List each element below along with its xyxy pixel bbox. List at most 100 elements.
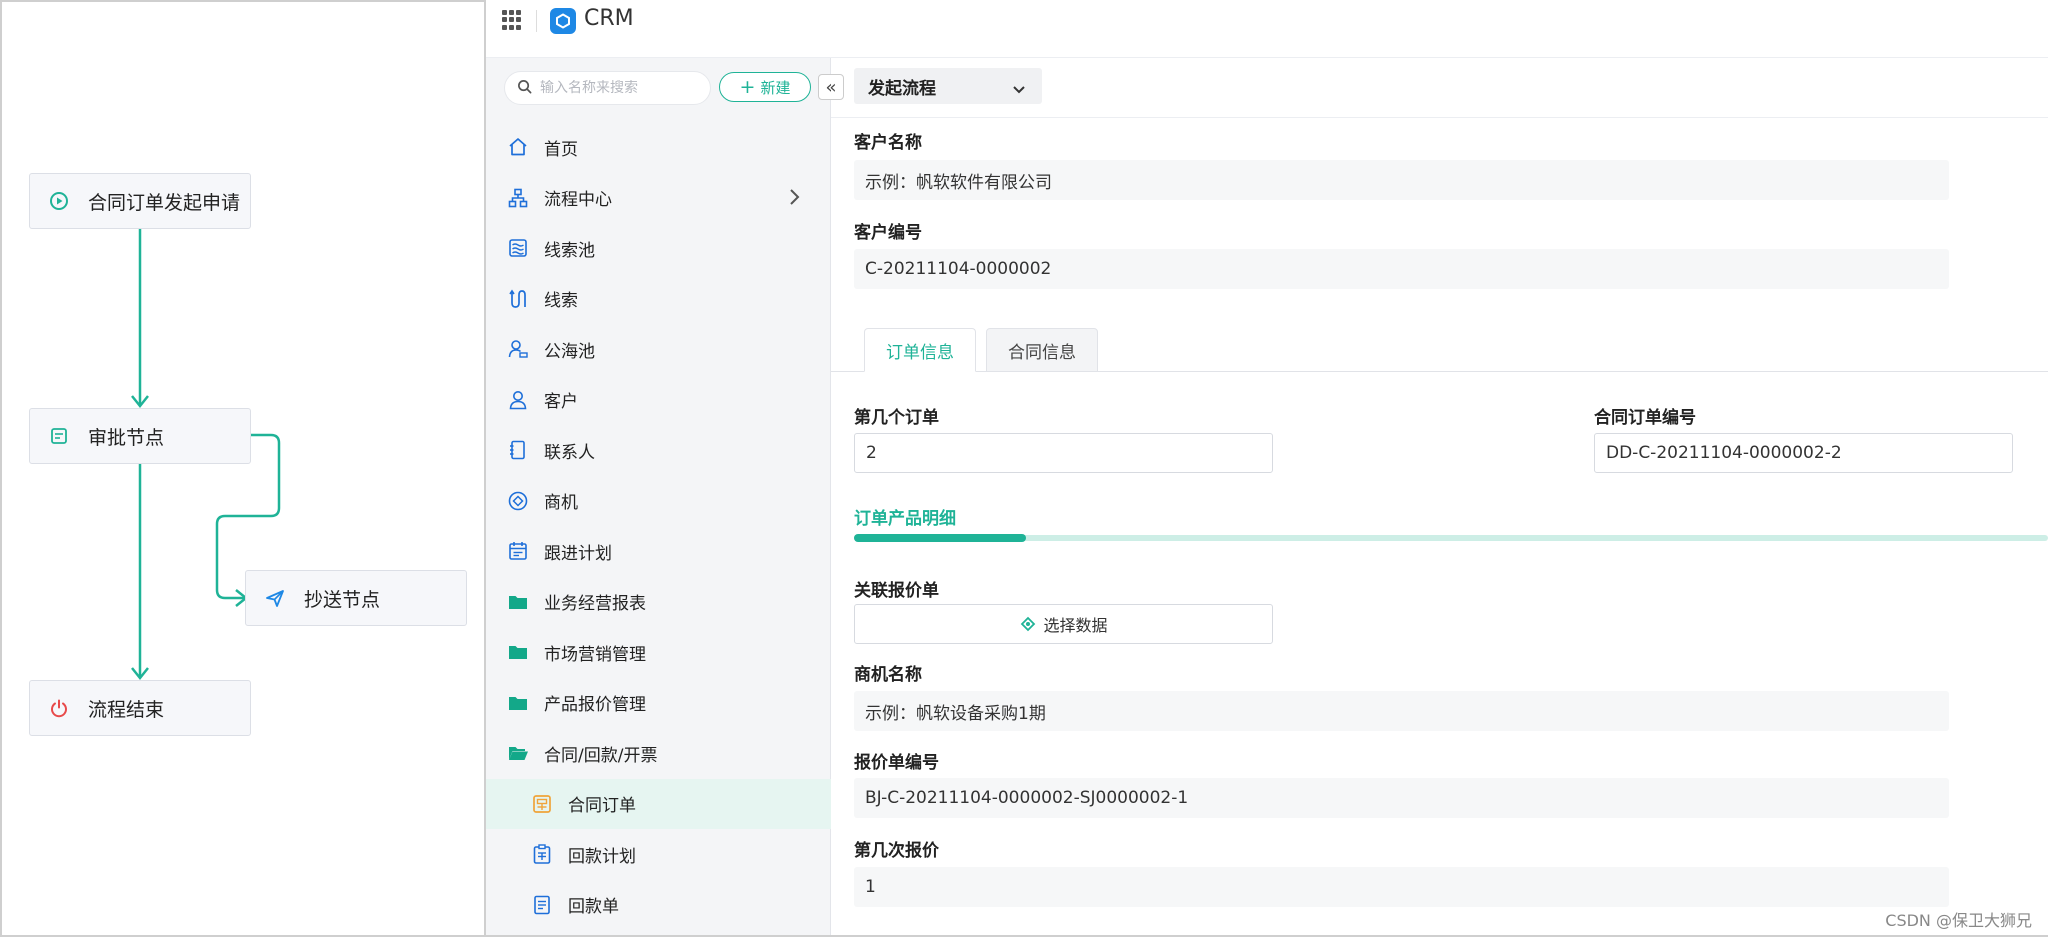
sidebar-item-customer[interactable]: 客户 [486,375,831,426]
contract-order-no-input[interactable]: DD-C-20211104-0000002-2 [1594,433,2013,473]
flow-node-label: 审批节点 [88,426,165,449]
sidebar-item-business-report[interactable]: 业务经营报表 [486,577,831,628]
sidebar-item-marketing[interactable]: 市场营销管理 [486,627,831,678]
sidebar-item-label: 市场营销管理 [544,644,646,665]
flow-node-cc[interactable]: 抄送节点 [245,570,467,626]
opportunity-name-label: 商机名称 [854,665,922,685]
customer-name-label: 客户名称 [854,133,922,153]
select-data-icon [1019,615,1037,633]
sidebar-item-payment-plan[interactable]: 回款计划 [486,829,831,880]
customer-icon [506,388,530,412]
sidebar-item-label: 业务经营报表 [544,594,646,615]
calendar-icon [506,539,530,563]
new-button-label: 新建 [760,78,791,97]
leads-icon [506,287,530,311]
flow-node-start[interactable]: 合同订单发起申请 [29,173,251,229]
folder-open-icon [506,741,530,765]
play-circle-icon [48,190,70,212]
sidebar-item-label: 流程中心 [544,190,612,211]
folder-icon [506,590,530,614]
customer-name-value: 示例：帆软软件有限公司 [854,160,1949,200]
sidebar-item-label: 公海池 [544,341,595,362]
chevron-down-icon [1012,80,1026,100]
divider [536,10,537,32]
sidebar-nav: 首页 流程中心 线索池 线索 公海池 客户 联系人 商机 跟进计划 业务经营报表… [486,122,831,930]
sidebar-item-label: 线索 [544,291,578,312]
section-title-order-products: 订单产品明细 [854,509,956,529]
sidebar-item-label: 合同订单 [568,796,636,817]
contract-icon [530,792,554,816]
section-progress-track [854,535,2048,541]
customer-no-label: 客户编号 [854,223,922,243]
watermark: CSDN @保卫大狮兄 [1885,911,2032,930]
sidebar-item-contract-payment-invoice[interactable]: 合同/回款/开票 [486,728,831,779]
sidebar-item-label: 联系人 [544,442,595,463]
flow-connectors [131,229,281,681]
opportunity-name-value: 示例：帆软设备采购1期 [854,691,1949,731]
leads-pool-icon [506,236,530,260]
sidebar-item-label: 合同/回款/开票 [544,745,658,766]
tab-contract-info[interactable]: 合同信息 [986,328,1098,372]
home-icon [506,135,530,159]
search-icon [517,79,532,98]
sidebar-item-label: 客户 [544,392,578,413]
sidebar-item-label: 线索池 [544,240,595,261]
tab-order-info[interactable]: 订单信息 [864,328,976,372]
sidebar-item-label: 产品报价管理 [544,695,646,716]
new-button[interactable]: + 新建 [719,72,811,102]
plus-icon: + [739,75,756,98]
quote-link-label: 关联报价单 [854,581,939,601]
power-icon [48,697,70,719]
sidebar-item-contacts[interactable]: 联系人 [486,425,831,476]
opportunity-icon [506,489,530,513]
sidebar-item-opportunity[interactable]: 商机 [486,476,831,527]
flow-node-label: 抄送节点 [304,588,381,611]
quote-index-label: 第几次报价 [854,841,939,861]
sidebar-item-follow-plan[interactable]: 跟进计划 [486,526,831,577]
quote-no-label: 报价单编号 [854,753,939,773]
flow-node-approval[interactable]: 审批节点 [29,408,251,464]
approval-form-icon [48,425,70,447]
double-chevron-left-icon: « [825,76,837,98]
sidebar-item-contract-order[interactable]: 合同订单 [486,778,831,829]
section-progress-fill [854,534,1026,542]
top-bar: CRM [486,0,2048,58]
grid-icon[interactable] [502,10,522,30]
flow-node-end[interactable]: 流程结束 [29,680,251,736]
crm-logo-icon [550,8,576,34]
process-flow-diagram: 合同订单发起申请 审批节点 抄送节点 流程结束 [0,0,484,937]
tab-label: 合同信息 [1008,342,1076,363]
search-box[interactable] [504,71,711,105]
sidebar-item-label: 回款计划 [568,846,636,867]
form-toolbar: 发起流程 [831,58,2048,118]
contract-order-no-label: 合同订单编号 [1594,408,1696,428]
flow-node-label: 合同订单发起申请 [88,191,241,214]
sidebar-item-home[interactable]: 首页 [486,122,831,173]
sidebar-item-quote-management[interactable]: 产品报价管理 [486,678,831,729]
sidebar-item-process-center[interactable]: 流程中心 [486,173,831,224]
public-pool-icon [506,337,530,361]
chevron-right-icon [789,187,801,212]
collapse-sidebar-button[interactable]: « [818,74,844,100]
sidebar-item-public-pool[interactable]: 公海池 [486,324,831,375]
sidebar-item-label: 首页 [544,139,578,160]
sidebar-item-label: 跟进计划 [544,543,612,564]
sidebar-item-leads[interactable]: 线索 [486,274,831,325]
order-index-input[interactable]: 2 [854,433,1273,473]
select-data-button[interactable]: 选择数据 [854,604,1273,644]
customer-no-value: C-20211104-0000002 [854,249,1949,289]
receipt-icon [530,893,554,917]
sidebar: + 新建 « 首页 流程中心 线索池 线索 [486,58,844,935]
payment-plan-icon [530,842,554,866]
folder-icon [506,640,530,664]
flowchart-icon [506,186,530,210]
contacts-book-icon [506,438,530,462]
quote-no-value: BJ-C-20211104-0000002-SJ0000002-1 [854,778,1949,818]
sidebar-item-receipt[interactable]: 回款单 [486,880,831,931]
search-input[interactable] [540,80,690,96]
start-flow-dropdown[interactable]: 发起流程 [854,68,1042,104]
send-icon [264,587,286,609]
sidebar-item-label: 回款单 [568,897,619,918]
sidebar-item-leads-pool[interactable]: 线索池 [486,223,831,274]
select-data-label: 选择数据 [1043,616,1108,635]
